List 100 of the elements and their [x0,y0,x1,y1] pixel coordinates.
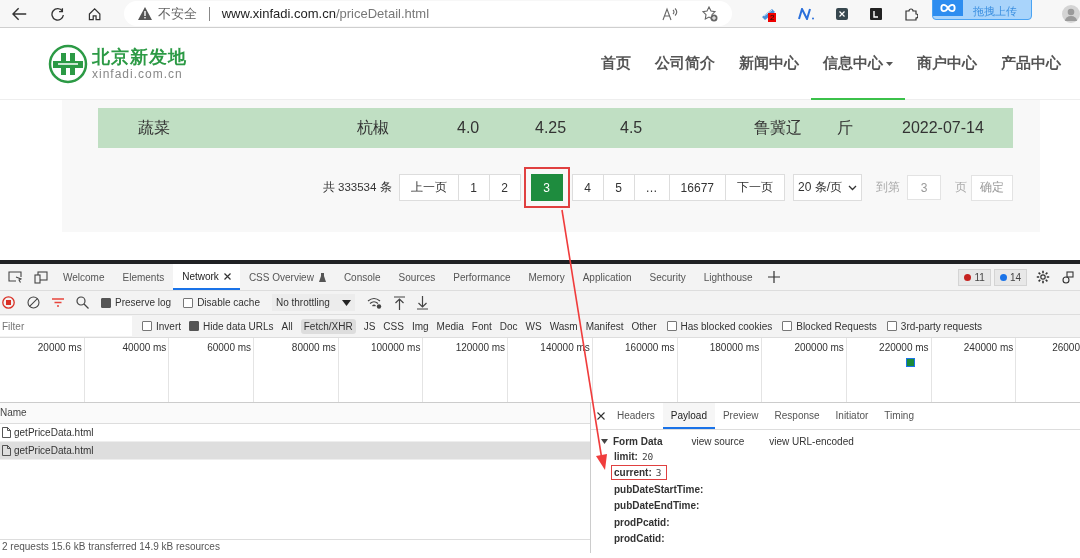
detail-tab[interactable]: Response [766,403,828,429]
disable-cache-checkbox[interactable]: Disable cache [183,297,260,308]
filter-icon[interactable] [52,298,64,307]
type-filter[interactable]: Img [411,320,429,332]
preserve-log-checkbox[interactable]: Preserve log [101,297,172,308]
devtools-tab[interactable]: Network [173,264,240,290]
nav-link[interactable]: 新闻中心 [727,27,811,100]
table-cell-text: 杭椒 [357,117,390,138]
avatar-icon[interactable] [1062,4,1080,23]
search-icon[interactable] [76,296,89,309]
reload-icon[interactable] [51,6,65,21]
device-icon[interactable] [34,270,48,284]
l-box-icon[interactable] [870,7,882,20]
download-icon[interactable] [416,295,428,310]
read-aloud-icon[interactable] [662,6,678,21]
timeline-tick: 40000 ms [122,342,167,353]
type-filter[interactable]: Wasm [549,320,578,332]
type-filter[interactable]: WS [525,320,542,332]
timeline-tick: 80000 ms [291,342,336,353]
hide-data-urls-checkbox[interactable]: Hide data URLs [189,320,274,332]
view-link[interactable]: view source [691,435,745,447]
collapse-icon[interactable] [601,438,608,444]
request-name: getPriceData.html [14,427,94,438]
page-button[interactable]: 2 [488,174,521,201]
type-filter[interactable]: Fetch/XHR [300,318,356,334]
devtools-tab[interactable]: Security [640,264,695,290]
settings-icon[interactable] [1036,270,1050,284]
status-bar: 2 requests 15.6 kB transferred 14.9 kB resources [0,539,590,553]
view-link[interactable]: view URL-encoded [769,435,854,447]
wifi-gear-icon[interactable] [366,296,382,309]
logo-icon[interactable] [48,43,88,84]
filter-checkbox[interactable]: Blocked Requests [782,320,877,332]
home-icon[interactable] [88,6,102,21]
table-cell-text: 4.25 [535,119,568,137]
page-button[interactable]: 5 [602,174,635,201]
page-button[interactable]: … [633,174,670,201]
devtools-tab[interactable]: CSS Overview [239,264,335,290]
dropdown-icon [341,299,351,306]
devtools-tab[interactable]: Memory [519,264,574,290]
devtools-tab[interactable]: Console [334,264,390,290]
type-filter[interactable]: Font [471,320,492,332]
type-filter[interactable]: All [281,320,293,332]
upload-icon[interactable] [393,295,405,310]
detail-tab[interactable]: Initiator [827,403,877,429]
close-icon[interactable] [597,412,605,420]
devtools-tab[interactable]: Performance [444,264,520,290]
type-filter[interactable]: Other [631,320,657,332]
clear-icon[interactable] [27,296,40,309]
close-icon[interactable] [223,272,231,280]
devtools-tab[interactable]: Application [573,264,641,290]
type-filter[interactable]: CSS [383,320,404,332]
invert-checkbox[interactable]: Invert [142,320,181,332]
error-count[interactable]: 11 [958,268,991,286]
timeline-tick: 20000 ms [37,342,82,353]
record-icon[interactable] [2,296,15,309]
page-button[interactable]: 上一页 [398,174,459,201]
devtools-tab[interactable]: Elements [113,264,174,290]
filter-field[interactable]: Filter [0,316,132,336]
filter-checkbox[interactable]: 3rd-party requests [886,320,982,332]
page-unit: 页 [955,179,967,196]
type-filter[interactable]: Media [436,320,464,332]
file-icon [2,445,11,456]
page-button[interactable]: 16677 [668,174,726,201]
throttling-select[interactable]: No throttling [271,294,355,311]
message-count[interactable]: 14 [993,268,1027,286]
detail-tab[interactable]: Headers [609,403,663,429]
back-icon[interactable] [12,6,28,21]
type-filter[interactable]: JS [363,320,376,332]
n-logo-icon[interactable] [798,7,814,20]
inspect-icon[interactable] [8,271,22,283]
page-button[interactable]: 4 [571,174,604,201]
puzzle-icon[interactable] [904,6,918,21]
x-box-icon[interactable] [836,7,848,20]
devtools-tab[interactable]: Sources [389,264,445,290]
plus-icon[interactable] [767,271,780,283]
nav-link[interactable]: 商户中心 [905,27,989,100]
page-button[interactable]: 3 [523,167,570,208]
file-icon [2,427,11,438]
detail-tab[interactable]: Timing [876,403,922,429]
page-button[interactable]: 1 [457,174,490,201]
address-bar[interactable]: 不安全 www.xinfadi.com.cn/priceDetail.html [123,1,732,26]
timeline-tick: 26000 [1052,342,1080,353]
dock-icon[interactable] [1062,270,1074,284]
timeline-tick: 100000 ms [370,342,421,353]
url-path: /priceDetail.html [335,6,430,21]
type-filter[interactable]: Manifest [585,320,624,332]
detail-tab[interactable]: Preview [714,403,767,429]
type-filter[interactable]: Doc [499,320,518,332]
devtools-tab[interactable]: Welcome [54,264,114,290]
page-button[interactable]: 下一页 [725,174,785,201]
detail-tab[interactable]: Payload [662,403,715,429]
form-field: prodPcatid: [611,514,675,530]
devtools-tab[interactable]: Lighthouse [694,264,762,290]
nav-link[interactable]: 公司简介 [643,27,727,100]
filter-checkbox[interactable]: Has blocked cookies [666,320,773,332]
star-add-icon[interactable] [702,5,718,22]
nav-link[interactable]: 首页 [589,27,643,100]
request-row[interactable]: getPriceData.html [0,442,590,460]
page-size-select[interactable]: 20 条/页 [793,174,862,201]
nav-link[interactable]: 产品中心 [989,27,1080,100]
